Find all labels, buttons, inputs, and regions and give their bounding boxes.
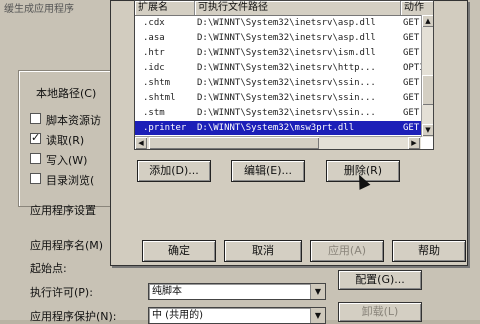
path-cell: D:\WINNT\System32\inetsrv\asp.dll <box>197 33 376 43</box>
help-button[interactable]: 帮助 <box>392 240 466 262</box>
scroll-up-icon[interactable]: ▲ <box>422 15 433 27</box>
list-item[interactable]: .cdx D:\WINNT\System32\inetsrv\asp.dll G… <box>135 16 425 30</box>
edit-button[interactable]: 编辑(E)... <box>231 160 305 182</box>
list-item[interactable]: .idc D:\WINNT\System32\inetsrv\http... O… <box>135 61 425 75</box>
path-cell: D:\WINNT\System32\msw3prt.dll <box>197 123 355 133</box>
background-title: 缓生成应用程序 <box>4 4 74 15</box>
ok-button[interactable]: 确定 <box>142 240 216 262</box>
ext-cell: .idc <box>143 63 165 73</box>
chevron-down-icon: ▼ <box>310 284 325 299</box>
script-access-checkbox[interactable] <box>30 113 41 124</box>
path-cell: D:\WINNT\System32\inetsrv\ism.dll <box>197 48 376 58</box>
directory-browse-label: 目录浏览( <box>46 174 95 187</box>
ext-cell: .asa <box>143 33 165 43</box>
header-verbs[interactable]: 动作 <box>401 1 433 15</box>
ext-cell: .shtm <box>143 78 171 88</box>
cancel-button[interactable]: 取消 <box>224 240 302 262</box>
start-point-label: 起始点: <box>30 262 67 275</box>
list-item[interactable]: .shtml D:\WINNT\System32\inetsrv\ssin...… <box>135 91 425 105</box>
horizontal-scrollbar[interactable]: ◀ ▶ <box>135 136 421 149</box>
vertical-scroll-thumb[interactable] <box>422 75 433 105</box>
list-item[interactable]: .stm D:\WINNT\System32\inetsrv\ssin... G… <box>135 106 425 120</box>
write-checkbox[interactable] <box>30 153 41 164</box>
scroll-down-icon[interactable]: ▼ <box>422 124 433 136</box>
read-label: 读取(R) <box>46 134 85 147</box>
add-button[interactable]: 添加(D)... <box>137 160 211 182</box>
apply-button[interactable]: 应用(A) <box>310 240 384 262</box>
path-cell: D:\WINNT\System32\inetsrv\asp.dll <box>197 18 376 28</box>
list-item[interactable]: .asa D:\WINNT\System32\inetsrv\asp.dll G… <box>135 31 425 45</box>
header-executable-path[interactable]: 可执行文件路径 <box>195 1 401 15</box>
path-cell: D:\WINNT\System32\inetsrv\ssin... <box>197 78 376 88</box>
path-cell: D:\WINNT\System32\inetsrv\ssin... <box>197 93 376 103</box>
app-protection-label: 应用程序保护(N): <box>30 310 117 323</box>
horizontal-scroll-thumb[interactable] <box>149 137 319 149</box>
scroll-right-icon[interactable]: ▶ <box>408 137 420 149</box>
read-checkbox[interactable] <box>30 131 41 144</box>
app-protection-value: 中 (共用的) <box>152 310 203 321</box>
list-header: 扩展名 可执行文件路径 动作 <box>135 1 433 16</box>
configure-button[interactable]: 配置(G)... <box>338 270 422 290</box>
ext-cell: .shtml <box>143 93 176 103</box>
vertical-scrollbar[interactable]: ▲ ▼ <box>421 15 433 137</box>
path-cell: D:\WINNT\System32\inetsrv\http... <box>197 63 376 73</box>
exec-permission-value: 纯脚本 <box>152 286 182 297</box>
list-item[interactable]: .htr D:\WINNT\System32\inetsrv\ism.dll G… <box>135 46 425 60</box>
verb-cell: GET <box>403 123 420 133</box>
exec-permission-select[interactable]: 纯脚本 ▼ <box>148 283 326 300</box>
header-extension[interactable]: 扩展名 <box>135 1 195 15</box>
path-cell: D:\WINNT\System32\inetsrv\ssin... <box>197 108 376 118</box>
app-protection-select[interactable]: 中 (共用的) ▼ <box>148 307 326 324</box>
ext-cell: .printer <box>143 123 187 133</box>
mapping-list[interactable]: 扩展名 可执行文件路径 动作 .cdx D:\WINNT\System32\in… <box>134 0 434 150</box>
local-path-label: 本地路径(C) <box>36 87 97 100</box>
write-label: 写入(W) <box>46 154 88 167</box>
exec-permission-label: 执行许可(P): <box>30 286 93 299</box>
list-item[interactable]: .shtm D:\WINNT\System32\inetsrv\ssin... … <box>135 76 425 90</box>
list-item-selected[interactable]: .printer D:\WINNT\System32\msw3prt.dll G… <box>135 121 421 135</box>
directory-browse-checkbox[interactable] <box>30 173 41 184</box>
ext-cell: .htr <box>143 48 165 58</box>
unload-button[interactable]: 卸载(L) <box>338 302 422 322</box>
ext-cell: .stm <box>143 108 165 118</box>
app-settings-label: 应用程序设置 <box>30 204 96 217</box>
ext-cell: .cdx <box>143 18 165 28</box>
script-access-label: 脚本资源访 <box>46 114 101 127</box>
app-name-label: 应用程序名(M) <box>30 239 104 252</box>
chevron-down-icon: ▼ <box>310 308 325 323</box>
scroll-left-icon[interactable]: ◀ <box>135 137 147 149</box>
